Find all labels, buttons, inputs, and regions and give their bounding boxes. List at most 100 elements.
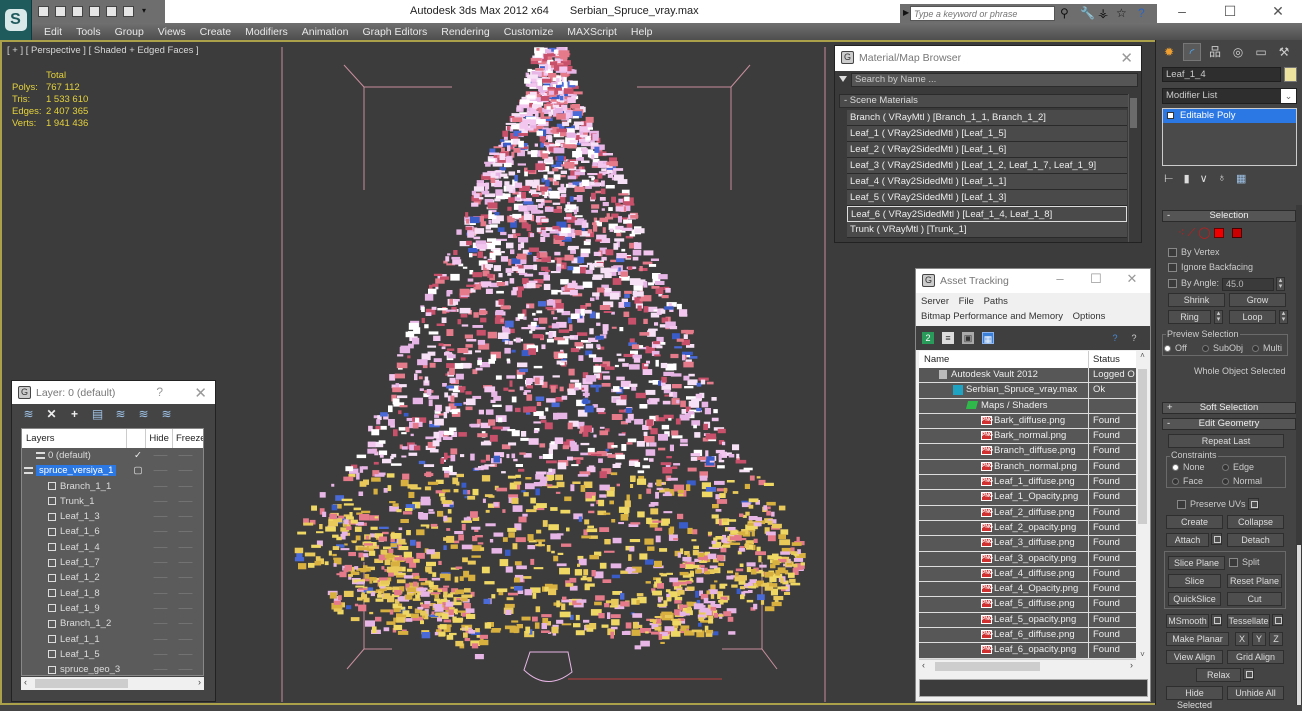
freeze-toggle[interactable]: —— bbox=[173, 662, 198, 675]
object-row[interactable]: Leaf_1_8 —— —— bbox=[22, 586, 203, 601]
object-color-swatch[interactable] bbox=[1284, 67, 1297, 82]
hide-toggle[interactable]: —— bbox=[148, 586, 173, 601]
material-item[interactable]: Leaf_4 ( VRay2SidedMtl ) [Leaf_1_1] bbox=[847, 174, 1127, 190]
object-row[interactable]: Leaf_1_4 —— —— bbox=[22, 540, 203, 555]
pin-stack-icon[interactable]: ⊢ bbox=[1164, 172, 1174, 185]
asset-row[interactable]: Autodesk Vault 2012 Logged O bbox=[919, 368, 1136, 384]
horizontal-scrollbar[interactable]: ‹ › bbox=[21, 677, 204, 690]
object-row[interactable]: Branch_1_2 —— —— bbox=[22, 616, 203, 631]
configure-modifier-sets-icon[interactable]: ▦ bbox=[1236, 172, 1246, 185]
column-current[interactable] bbox=[127, 429, 147, 448]
menu-file[interactable]: File bbox=[959, 296, 974, 307]
ignore-backfacing-checkbox[interactable]: Ignore Backfacing bbox=[1168, 262, 1253, 273]
ring-spinner[interactable]: ▴ ▾ bbox=[1214, 310, 1223, 324]
element-icon[interactable] bbox=[1231, 228, 1242, 239]
scrollbar-thumb[interactable] bbox=[1138, 369, 1147, 524]
hide-toggle[interactable]: —— bbox=[148, 647, 173, 662]
object-row[interactable]: Leaf_1_9 —— —— bbox=[22, 601, 203, 616]
grid-align-button[interactable]: Grid Align bbox=[1227, 650, 1284, 664]
constraint-edge-radio[interactable]: Edge bbox=[1222, 462, 1254, 472]
hide-toggle[interactable]: —— bbox=[148, 509, 173, 524]
display-tab-icon[interactable]: ▭ bbox=[1252, 43, 1270, 61]
current-layer-toggle[interactable] bbox=[128, 524, 148, 539]
scroll-right-icon[interactable]: › bbox=[198, 677, 201, 687]
object-row[interactable]: Trunk_1 —— —— bbox=[22, 494, 203, 509]
column-status[interactable]: Status bbox=[1089, 351, 1136, 368]
repeat-last-button[interactable]: Repeat Last bbox=[1168, 434, 1284, 448]
menu-rendering[interactable]: Rendering bbox=[434, 26, 496, 38]
freeze-toggle[interactable]: —— bbox=[173, 524, 198, 539]
remove-modifier-icon[interactable]: ♁ bbox=[1218, 172, 1226, 185]
material-item[interactable]: Leaf_5 ( VRay2SidedMtl ) [Leaf_1_3] bbox=[847, 190, 1127, 206]
collapse-button[interactable]: Collapse bbox=[1227, 515, 1284, 529]
current-layer-toggle[interactable] bbox=[128, 586, 148, 601]
scrollbar-thumb[interactable] bbox=[935, 662, 1040, 671]
material-item[interactable]: Trunk ( VRayMtl ) [Trunk_1] bbox=[847, 222, 1127, 238]
asset-row[interactable]: PNGBranch_diffuse.png Found bbox=[919, 444, 1136, 460]
hide-toggle[interactable]: —— bbox=[148, 570, 173, 585]
planar-y-button[interactable]: Y bbox=[1252, 632, 1266, 646]
help-button[interactable]: ? bbox=[156, 385, 163, 399]
maximize-button[interactable]: ☐ bbox=[1206, 0, 1254, 24]
unhide-all-button[interactable]: Unhide All bbox=[1227, 686, 1284, 700]
undo-icon[interactable] bbox=[72, 6, 83, 17]
scroll-left-icon[interactable]: ‹ bbox=[922, 660, 925, 670]
constraint-normal-radio[interactable]: Normal bbox=[1222, 476, 1262, 486]
angle-spinner-arrows[interactable]: ▴ ▾ bbox=[1276, 277, 1285, 291]
dialog-header[interactable]: G Material/Map Browser ✕ bbox=[835, 46, 1141, 71]
hide-toggle[interactable]: —— bbox=[148, 479, 173, 494]
by-angle-checkbox[interactable]: By Angle: bbox=[1168, 278, 1219, 289]
scrollbar-thumb[interactable] bbox=[35, 679, 128, 688]
freeze-toggle[interactable]: —— bbox=[173, 632, 198, 647]
freeze-toggle[interactable]: —— bbox=[173, 494, 198, 509]
freeze-toggle[interactable]: —— bbox=[173, 540, 198, 555]
make-unique-icon[interactable]: ∨ bbox=[1200, 172, 1208, 185]
current-layer-toggle[interactable] bbox=[128, 555, 148, 570]
relax-settings-button[interactable] bbox=[1243, 668, 1254, 680]
planar-z-button[interactable]: Z bbox=[1269, 632, 1283, 646]
favorites-star-icon[interactable]: ☆ bbox=[1116, 6, 1127, 20]
current-layer-toggle[interactable] bbox=[128, 509, 148, 524]
asset-row[interactable]: PNGLeaf_5_diffuse.png Found bbox=[919, 597, 1136, 613]
close-button[interactable]: ✕ bbox=[1114, 271, 1150, 287]
maximize-button[interactable]: ☐ bbox=[1078, 271, 1114, 287]
menu-modifiers[interactable]: Modifiers bbox=[238, 26, 295, 38]
make-planar-button[interactable]: Make Planar bbox=[1166, 632, 1229, 646]
hide-toggle[interactable]: —— bbox=[148, 662, 173, 675]
material-item[interactable]: Leaf_2 ( VRay2SidedMtl ) [Leaf_1_6] bbox=[847, 142, 1127, 158]
chevron-down-icon[interactable]: ⌄ bbox=[1281, 89, 1296, 103]
attach-button[interactable]: Attach bbox=[1166, 533, 1209, 547]
fetch-icon[interactable] bbox=[123, 6, 134, 17]
delete-layer-icon[interactable]: ✕ bbox=[45, 408, 58, 421]
create-layer-icon[interactable]: ≋ bbox=[22, 408, 35, 421]
path-field[interactable] bbox=[919, 679, 1148, 697]
current-layer-toggle[interactable] bbox=[128, 479, 148, 494]
table-view-icon[interactable]: ▦ bbox=[982, 332, 994, 344]
hold-icon[interactable] bbox=[106, 6, 117, 17]
object-row[interactable]: spruce_geo_3 —— —— bbox=[22, 662, 203, 675]
object-row[interactable]: Leaf_1_7 —— —— bbox=[22, 555, 203, 570]
material-item[interactable]: Leaf_3 ( VRay2SidedMtl ) [Leaf_1_2, Leaf… bbox=[847, 158, 1127, 174]
edge-icon[interactable]: ⟋ bbox=[1188, 227, 1196, 239]
tessellate-button[interactable]: Tessellate bbox=[1227, 614, 1270, 628]
select-objects-icon[interactable]: ▤ bbox=[91, 408, 104, 421]
slice-button[interactable]: Slice bbox=[1168, 574, 1221, 588]
asset-row[interactable]: PNGLeaf_4_Opacity.png Found bbox=[919, 582, 1136, 598]
asset-row[interactable]: Serbian_Spruce_vray.max Ok bbox=[919, 383, 1136, 399]
relax-button[interactable]: Relax bbox=[1196, 668, 1241, 682]
column-freeze[interactable]: Freeze bbox=[173, 429, 203, 448]
open-file-icon[interactable] bbox=[38, 6, 49, 17]
command-panel-scrollbar[interactable] bbox=[1296, 205, 1302, 705]
asset-row[interactable]: PNGLeaf_6_opacity.png Found bbox=[919, 643, 1136, 659]
menu-tools[interactable]: Tools bbox=[69, 26, 108, 38]
menu-server[interactable]: Server bbox=[921, 296, 949, 307]
asset-row[interactable]: PNGLeaf_2_opacity.png Found bbox=[919, 520, 1136, 537]
polygon-icon[interactable] bbox=[1213, 228, 1224, 239]
close-icon[interactable]: ✕ bbox=[194, 384, 207, 402]
quickslice-button[interactable]: QuickSlice bbox=[1168, 592, 1221, 606]
menu-help[interactable]: Help bbox=[624, 26, 660, 38]
help-icon[interactable]: ? bbox=[1109, 332, 1121, 344]
menu-options[interactable]: Options bbox=[1073, 311, 1106, 322]
material-item[interactable]: Branch ( VRayMtl ) [Branch_1_1, Branch_1… bbox=[847, 110, 1127, 126]
freeze-toggle[interactable]: —— bbox=[173, 448, 198, 463]
